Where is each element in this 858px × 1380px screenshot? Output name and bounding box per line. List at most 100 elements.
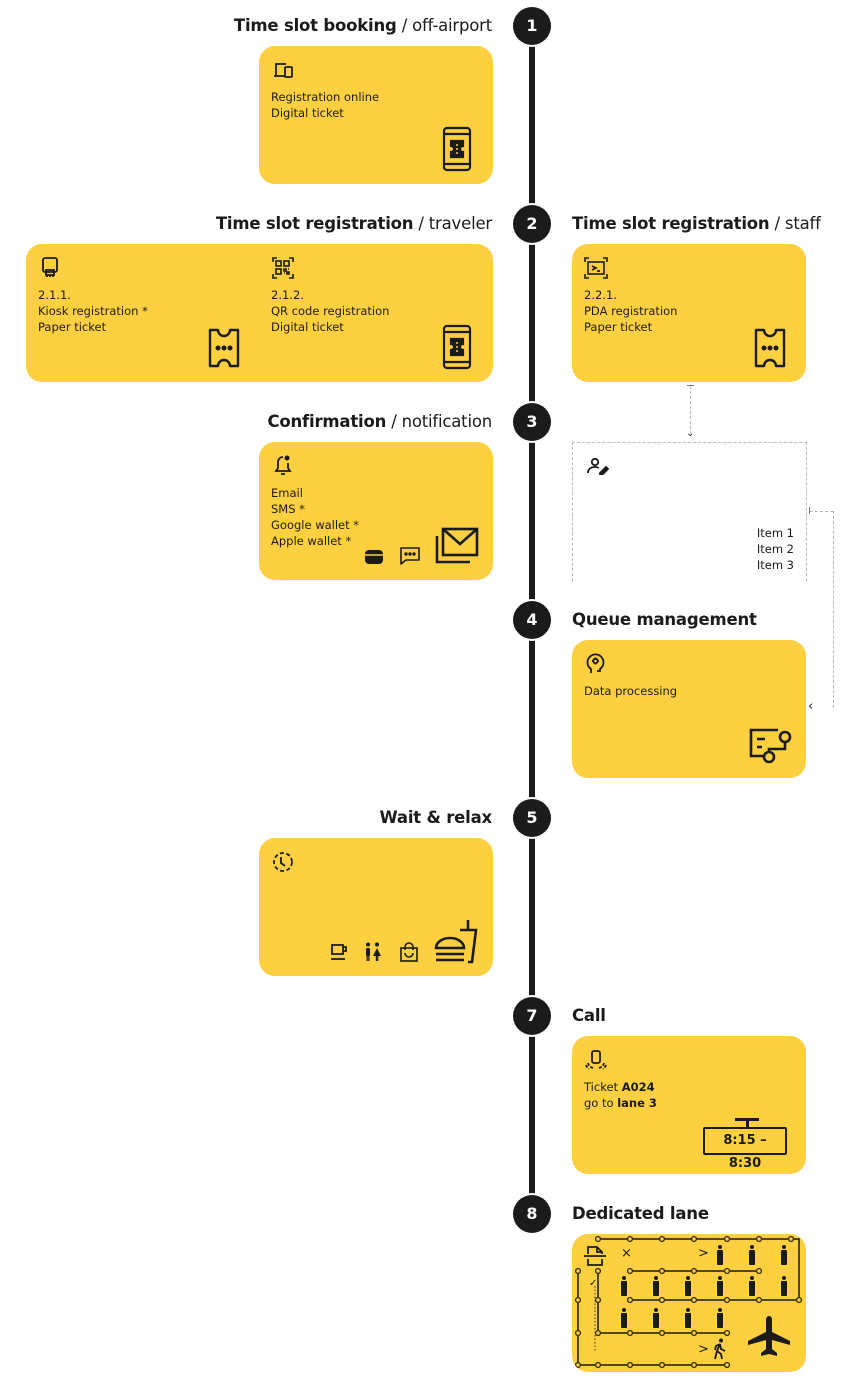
chevron-left-icon: ‹ xyxy=(808,699,814,714)
step-1-text: Registration online Digital ticket xyxy=(271,89,379,121)
ai-head-icon xyxy=(586,653,606,675)
fast-food-icon xyxy=(434,918,480,964)
option-2-1-1-code: 2.1.1. xyxy=(38,288,71,302)
queue-person-icon xyxy=(749,1245,755,1265)
step-node-2: 2 xyxy=(513,205,551,243)
notification-bell-icon xyxy=(273,454,293,476)
step-3-line-3: Google wallet * xyxy=(271,518,360,532)
option-2-2-1-line-2: Paper ticket xyxy=(584,320,653,334)
step-3-line-1: Email xyxy=(271,486,303,500)
return-connector-top xyxy=(810,511,833,512)
step-4-card: Data processing xyxy=(572,640,806,778)
devices-icon xyxy=(273,60,295,80)
queue-person-icon xyxy=(685,1308,691,1328)
ticket-code: A024 xyxy=(621,1080,655,1094)
data-flow-icon xyxy=(748,726,794,766)
queue-lane-diagram xyxy=(574,1235,803,1369)
queue-person-icon xyxy=(781,1245,787,1265)
option-2-1-1-line-2: Paper ticket xyxy=(38,320,107,334)
option-2-1-2-line-1: QR code registration xyxy=(271,304,390,318)
queue-person-icon xyxy=(781,1276,787,1296)
step-2-staff-card: 2.2.1. PDA registration Paper ticket xyxy=(572,244,806,382)
step-2-staff-title-sub: / staff xyxy=(769,214,821,233)
queue-person-icon xyxy=(685,1276,691,1296)
queue-person-icon xyxy=(621,1308,627,1328)
step-node-3: 3 xyxy=(513,403,551,441)
staff-item-1[interactable]: Item 1 xyxy=(757,525,794,541)
ticket-label: Ticket xyxy=(584,1080,622,1094)
document-scan-icon xyxy=(583,1244,607,1268)
step-7-text: Ticket A024 go to lane 3 xyxy=(584,1079,657,1111)
time-window: 8:15 – 8:30 xyxy=(723,1133,767,1171)
step-2-traveler-title: Time slot registration / traveler xyxy=(216,214,492,234)
return-connector-side xyxy=(833,511,834,708)
staff-panel: Item 1 Item 2 Item 3 xyxy=(572,442,807,581)
step-4-text: Data processing xyxy=(584,683,677,699)
step-4-title: Queue management xyxy=(572,610,757,630)
step-8-title-main: Dedicated lane xyxy=(572,1204,709,1223)
step-4-line-1: Data processing xyxy=(584,684,678,698)
step-7-title: Call xyxy=(572,1006,606,1026)
step-5-title: Wait & relax xyxy=(379,808,492,828)
staff-item-2[interactable]: Item 2 xyxy=(757,541,794,557)
step-node-7: 7 xyxy=(513,997,551,1035)
user-edit-icon xyxy=(587,457,609,475)
step-5-title-main: Wait & relax xyxy=(379,808,492,827)
go-label: go to xyxy=(584,1096,618,1110)
step-3-line-4: Apple wallet * xyxy=(271,534,352,548)
queue-person-icon xyxy=(717,1245,723,1265)
wallet-icon xyxy=(364,548,384,566)
step-2-traveler-title-sub: / traveler xyxy=(413,214,492,233)
shopping-bag-icon xyxy=(399,942,419,962)
clock-icon xyxy=(272,851,294,873)
step-1-line-2: Digital ticket xyxy=(271,106,344,120)
coffee-icon xyxy=(329,942,349,962)
option-2-1-1-text: 2.1.1. Kiosk registration * Paper ticket xyxy=(38,287,148,335)
paper-ticket-icon xyxy=(753,327,787,369)
step-3-title-main: Confirmation xyxy=(267,412,387,431)
step-node-8: 8 xyxy=(513,1195,551,1233)
step-1-title-sub: / off-airport xyxy=(396,16,492,35)
step-5-card xyxy=(259,838,493,976)
option-2-2-1-line-1: PDA registration xyxy=(584,304,678,318)
option-2-1-2-text: 2.1.2. QR code registration Digital tick… xyxy=(271,287,389,335)
step-2-staff-title: Time slot registration / staff xyxy=(572,214,821,234)
step-2-traveler-card: 2.1.1. Kiosk registration * Paper ticket… xyxy=(26,244,493,382)
step-3-title-sub: / notification xyxy=(386,412,492,431)
walking-person-icon xyxy=(712,1338,728,1360)
step-3-title: Confirmation / notification xyxy=(267,412,492,432)
email-icon xyxy=(434,526,480,564)
option-2-1-1-line-1: Kiosk registration * xyxy=(38,304,148,318)
step-1-line-1: Registration online xyxy=(271,90,380,104)
step-7-card: Ticket A024 go to lane 3 8:15 – 8:30 xyxy=(572,1036,806,1174)
staff-panel-items: Item 1 Item 2 Item 3 xyxy=(757,525,794,573)
step-3-card: Email SMS * Google wallet * Apple wallet… xyxy=(259,442,493,580)
mobile-ticket-icon xyxy=(442,126,472,172)
option-2-1-2-code: 2.1.2. xyxy=(271,288,304,302)
step-node-5: 5 xyxy=(513,799,551,837)
step-3-line-2: SMS * xyxy=(271,502,305,516)
queue-person-icon xyxy=(749,1276,755,1296)
pager-icon xyxy=(584,1049,608,1071)
step-2-staff-title-main: Time slot registration xyxy=(572,214,770,233)
lane-arrow-bottom: > xyxy=(698,1342,709,1357)
queue-person-icon xyxy=(621,1276,627,1296)
queue-person-icon xyxy=(717,1308,723,1328)
step-2-traveler-title-main: Time slot registration xyxy=(215,214,414,233)
step-4-title-main: Queue management xyxy=(572,610,757,629)
staff-item-3[interactable]: Item 3 xyxy=(757,557,794,573)
accept-mark: ✓ xyxy=(589,1278,598,1289)
boarding-scan-icon xyxy=(584,257,608,279)
step-1-title-main: Time slot booking xyxy=(233,16,397,35)
ticket-line: Ticket A024 xyxy=(584,1079,657,1095)
option-2-1-2-line-2: Digital ticket xyxy=(271,320,344,334)
qr-scan-icon xyxy=(272,257,294,279)
step-node-4: 4 xyxy=(513,601,551,639)
lane-value: lane 3 xyxy=(617,1096,657,1110)
step-3-text: Email SMS * Google wallet * Apple wallet… xyxy=(271,485,359,549)
sms-chat-icon xyxy=(399,546,421,566)
paper-ticket-icon xyxy=(207,327,241,369)
step-1-card: Registration online Digital ticket xyxy=(259,46,493,184)
time-window-display: 8:15 – 8:30 xyxy=(703,1127,787,1171)
queue-person-icon xyxy=(717,1276,723,1296)
